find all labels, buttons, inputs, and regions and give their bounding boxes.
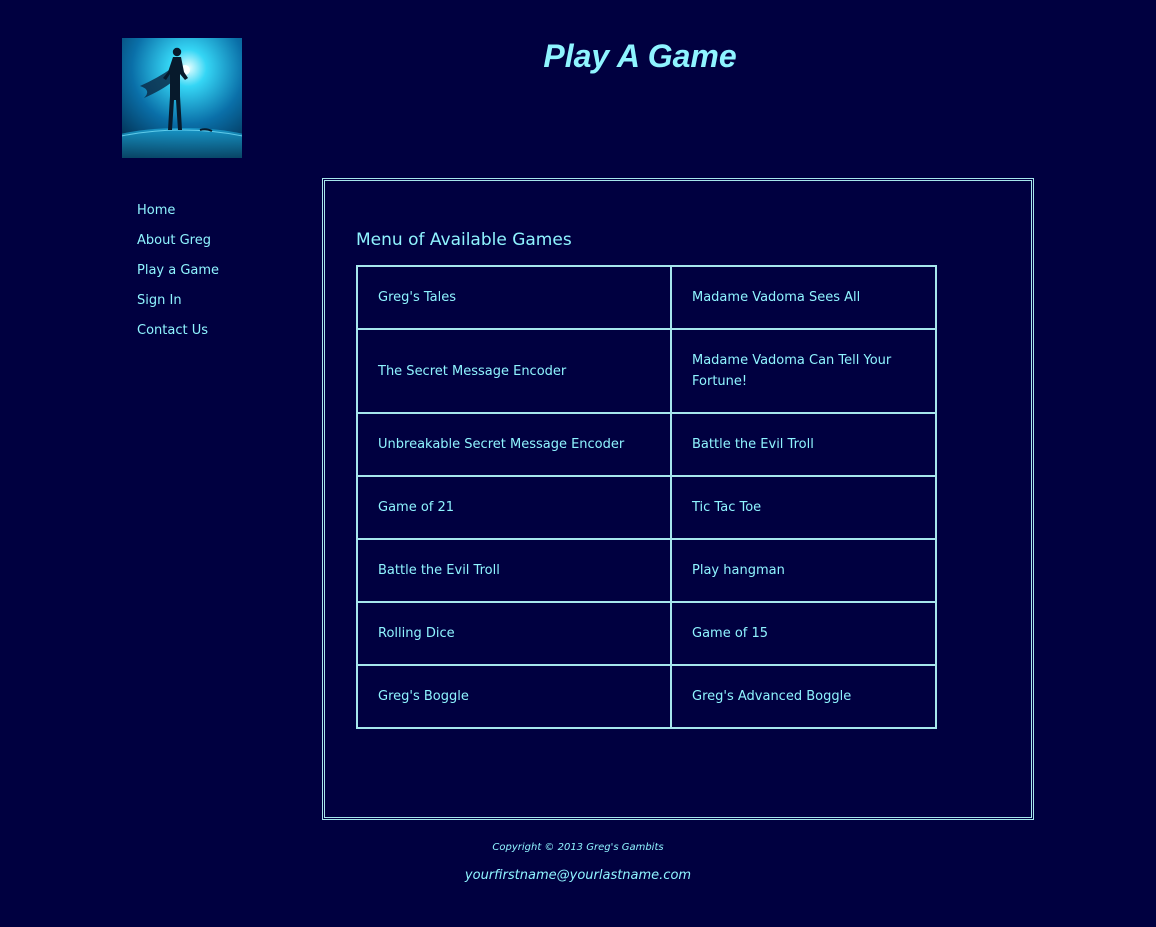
contact-email[interactable]: yourfirstname@yourlastname.com — [322, 867, 834, 885]
nav-item-about-greg[interactable]: About Greg — [137, 230, 297, 260]
main-content-panel: Menu of Available Games Greg's Tales Mad… — [322, 178, 1034, 820]
table-row: Battle the Evil Troll Play hangman — [356, 538, 937, 603]
game-cell[interactable]: The Secret Message Encoder — [356, 328, 672, 414]
game-cell[interactable]: Madame Vadoma Sees All — [670, 265, 937, 330]
game-cell[interactable]: Game of 15 — [670, 601, 937, 666]
table-row: Greg's Boggle Greg's Advanced Boggle — [356, 664, 937, 729]
game-cell[interactable]: Greg's Tales — [356, 265, 672, 330]
game-cell[interactable]: Rolling Dice — [356, 601, 672, 666]
table-row: Unbreakable Secret Message Encoder Battl… — [356, 412, 937, 477]
game-cell[interactable]: Greg's Advanced Boggle — [670, 664, 937, 729]
game-cell[interactable]: Madame Vadoma Can Tell Your Fortune! — [670, 328, 937, 414]
games-table: Greg's Tales Madame Vadoma Sees All The … — [356, 265, 937, 729]
table-row: Rolling Dice Game of 15 — [356, 601, 937, 666]
game-cell[interactable]: Battle the Evil Troll — [356, 538, 672, 603]
copyright-text: Copyright © 2013 Greg's Gambits — [492, 842, 664, 853]
game-cell[interactable]: Battle the Evil Troll — [670, 412, 937, 477]
logo — [122, 38, 242, 158]
games-menu-heading: Menu of Available Games — [356, 230, 572, 250]
table-row: The Secret Message Encoder Madame Vadoma… — [356, 328, 937, 414]
nav-item-contact-us[interactable]: Contact Us — [137, 320, 297, 350]
table-row: Greg's Tales Madame Vadoma Sees All — [356, 265, 937, 330]
table-row: Game of 21 Tic Tac Toe — [356, 475, 937, 540]
game-cell[interactable]: Tic Tac Toe — [670, 475, 937, 540]
sidebar-nav: Home About Greg Play a Game Sign In Cont… — [137, 200, 297, 350]
game-cell[interactable]: Game of 21 — [356, 475, 672, 540]
nav-item-sign-in[interactable]: Sign In — [137, 290, 297, 320]
game-cell[interactable]: Unbreakable Secret Message Encoder — [356, 412, 672, 477]
page-title: Play A Game — [543, 38, 737, 74]
game-cell[interactable]: Play hangman — [670, 538, 937, 603]
nav-item-home[interactable]: Home — [137, 200, 297, 230]
superhero-silhouette-icon — [122, 38, 242, 158]
game-cell[interactable]: Greg's Boggle — [356, 664, 672, 729]
nav-item-play-a-game[interactable]: Play a Game — [137, 260, 297, 290]
